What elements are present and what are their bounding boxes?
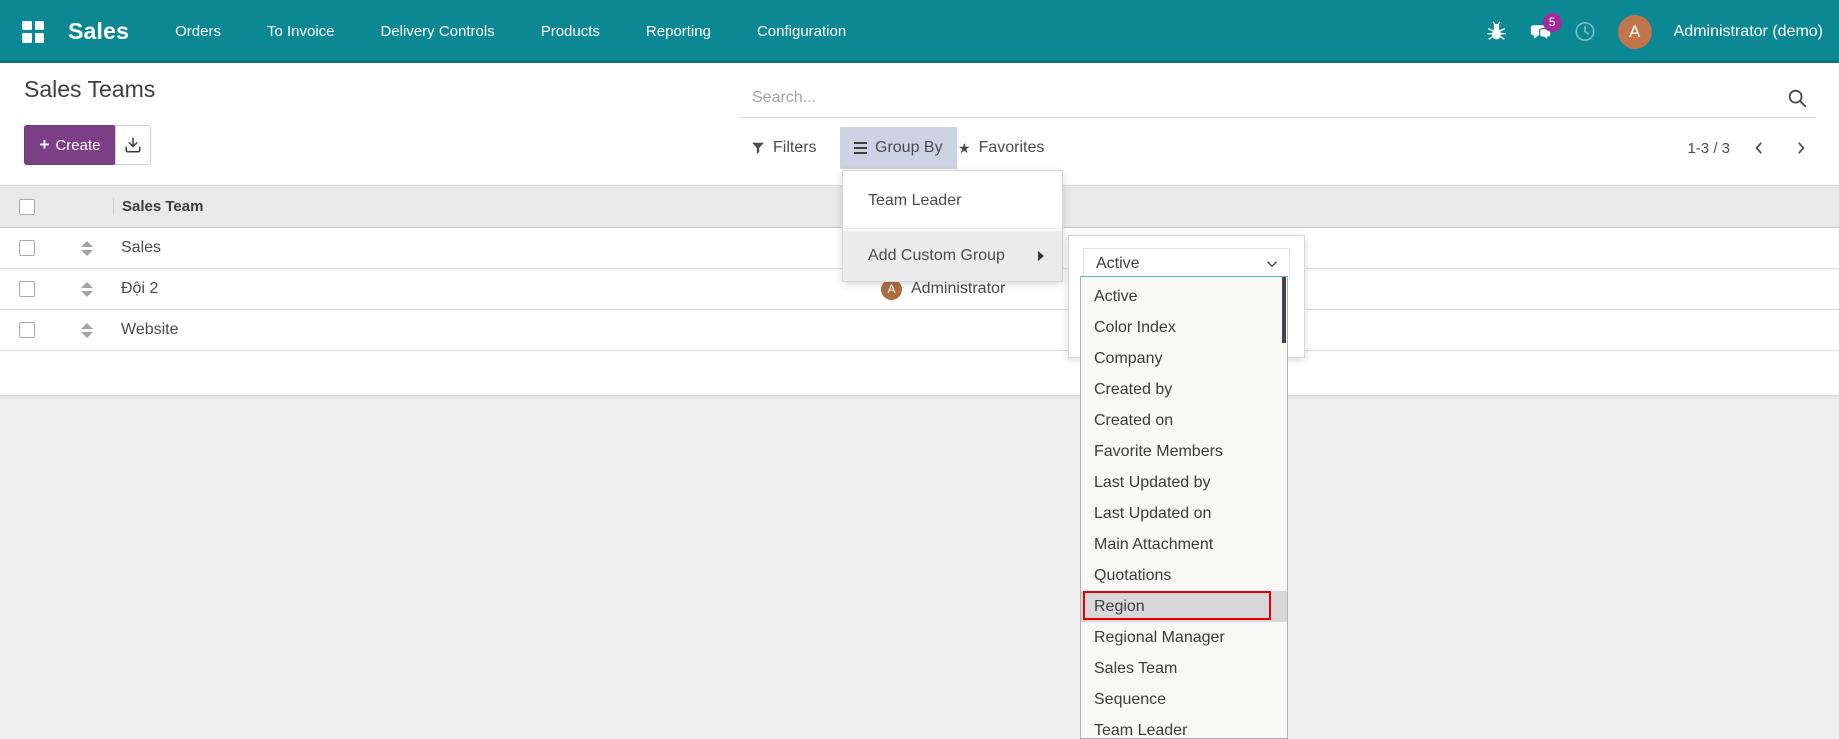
page-title: Sales Teams [24, 76, 156, 102]
team-name: Sales [121, 239, 162, 256]
export-button[interactable] [115, 125, 151, 165]
debug-bug-icon[interactable] [1486, 21, 1508, 43]
selected-field: Active [1096, 254, 1140, 272]
apps-grid-square [34, 20, 44, 30]
pager-next-button[interactable] [1788, 135, 1814, 161]
screen: Sales Orders To Invoice Delivery Control… [0, 0, 1839, 739]
option-color-index[interactable]: Color Index [1081, 312, 1287, 343]
option-sequence[interactable]: Sequence [1081, 684, 1287, 715]
nav-item-orders[interactable]: Orders [175, 23, 221, 40]
group-by-button[interactable]: Group By [840, 127, 957, 169]
add-custom-group-label: Add Custom Group [868, 247, 1005, 264]
favorites-label: Favorites [978, 139, 1045, 156]
group-field-select[interactable]: Active [1083, 248, 1290, 279]
nav-item-products[interactable]: Products [541, 23, 600, 40]
divider [843, 228, 1062, 229]
user-menu[interactable]: Administrator (demo) [1674, 23, 1823, 41]
group-by-dropdown-menu: Team Leader Add Custom Group [842, 170, 1063, 282]
pager-value[interactable]: 1-3 / 3 [1687, 140, 1730, 157]
messages-icon[interactable]: 5 [1530, 12, 1562, 43]
nav-item-to-invoice[interactable]: To Invoice [267, 23, 335, 40]
filters-button[interactable]: Filters [737, 127, 831, 169]
option-company[interactable]: Company [1081, 343, 1287, 374]
activities-clock-icon[interactable] [1574, 21, 1596, 43]
systray: 5 A Administrator (demo) [1486, 12, 1823, 49]
create-button-label: Create [55, 136, 101, 154]
option-created-by[interactable]: Created by [1081, 374, 1287, 405]
pager-previous-button[interactable] [1746, 135, 1772, 161]
option-last-updated-by[interactable]: Last Updated by [1081, 467, 1287, 498]
user-avatar[interactable]: A [1617, 14, 1652, 49]
chevron-down-icon [1267, 261, 1277, 267]
main-menu: Orders To Invoice Delivery Controls Prod… [175, 23, 846, 40]
filters-label: Filters [773, 139, 817, 156]
group-by-label: Group By [875, 139, 943, 156]
option-created-on[interactable]: Created on [1081, 405, 1287, 436]
download-icon [125, 137, 141, 153]
option-regional-manager[interactable]: Regional Manager [1081, 622, 1287, 653]
create-button[interactable]: + Create [24, 125, 116, 165]
pager: 1-3 / 3 [1687, 127, 1814, 169]
chevron-right-icon [1798, 142, 1805, 154]
nav-item-delivery-controls[interactable]: Delivery Controls [381, 23, 495, 40]
plus-icon: + [39, 135, 50, 154]
apps-grid-square [22, 20, 32, 30]
apps-grid-square [22, 33, 32, 43]
empty-content-area [0, 395, 1839, 739]
option-team-leader[interactable]: Team Leader [1081, 715, 1287, 738]
popup-scrollbar-thumb[interactable] [1282, 277, 1286, 343]
option-region-label: Region [1094, 598, 1145, 615]
search-input[interactable] [740, 78, 1763, 117]
top-navbar: Sales Orders To Invoice Delivery Control… [0, 0, 1839, 63]
row-checkbox[interactable] [19, 281, 35, 297]
select-all-checkbox[interactable] [19, 198, 35, 215]
menu-item-add-custom-group[interactable]: Add Custom Group [843, 231, 1062, 281]
option-quotations[interactable]: Quotations [1081, 560, 1287, 591]
message-count-badge: 5 [1542, 12, 1562, 32]
drag-handle-icon[interactable] [80, 240, 93, 256]
apps-grid-square [34, 33, 44, 43]
option-region[interactable]: Region [1081, 591, 1287, 622]
funnel-icon [752, 142, 764, 154]
team-name: Website [121, 321, 179, 338]
search-icon[interactable] [1786, 87, 1808, 114]
search-bar [740, 78, 1816, 118]
star-icon: ★ [958, 139, 971, 156]
table-row-website[interactable]: Website [0, 310, 1839, 351]
drag-handle-icon[interactable] [80, 322, 93, 338]
option-active[interactable]: Active [1081, 281, 1287, 312]
column-header-sales-team[interactable]: Sales Team [113, 198, 881, 215]
nav-item-configuration[interactable]: Configuration [757, 23, 846, 40]
option-main-attachment[interactable]: Main Attachment [1081, 529, 1287, 560]
group-by-icon [854, 142, 867, 154]
nav-item-reporting[interactable]: Reporting [646, 23, 711, 40]
submenu-arrow-icon [1038, 251, 1044, 261]
row-checkbox[interactable] [19, 322, 35, 338]
app-name[interactable]: Sales [68, 18, 129, 45]
favorites-button[interactable]: ★ Favorites [944, 127, 1058, 169]
team-name: Đội 2 [121, 280, 159, 297]
drag-handle-icon[interactable] [80, 281, 93, 297]
option-last-updated-on[interactable]: Last Updated on [1081, 498, 1287, 529]
chevron-left-icon [1755, 142, 1762, 154]
option-favorite-members[interactable]: Favorite Members [1081, 436, 1287, 467]
row-checkbox[interactable] [19, 240, 35, 256]
option-sales-team[interactable]: Sales Team [1081, 653, 1287, 684]
leader-name: Administrator [911, 280, 1006, 297]
apps-menu-icon[interactable] [22, 20, 44, 43]
field-options-popup: Active Color Index Company Created by Cr… [1080, 276, 1288, 739]
menu-item-team-leader[interactable]: Team Leader [843, 176, 1062, 226]
